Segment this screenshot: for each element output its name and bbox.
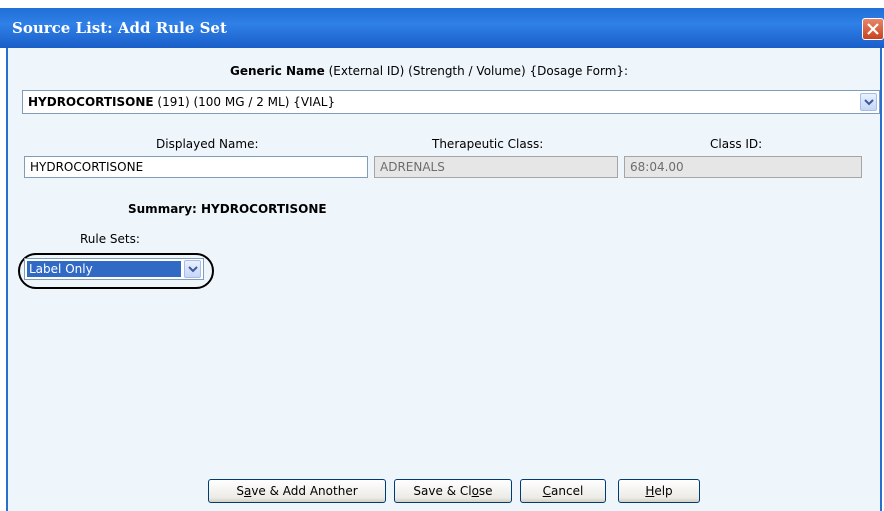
chevron-down-icon (188, 266, 198, 273)
class-id-label: Class ID: (710, 137, 763, 151)
displayed-name-field[interactable]: HYDROCORTISONE (24, 156, 368, 178)
add-rule-set-dialog: Source List: Add Rule Set Generic Name (… (0, 0, 884, 511)
save-close-label-b: se (478, 484, 493, 498)
close-icon (867, 23, 879, 35)
save-close-button[interactable]: Save & Close (394, 479, 512, 503)
generic-name-header-rest: (External ID) (Strength / Volume) {Dosag… (324, 64, 629, 78)
save-add-another-button[interactable]: Save & Add Another (208, 479, 386, 503)
rule-sets-selected: Label Only (27, 261, 181, 277)
summary-text: Summary: HYDROCORTISONE (128, 202, 327, 216)
generic-name-select[interactable]: HYDROCORTISONE (191) (100 MG / 2 ML) {VI… (22, 90, 880, 114)
save-add-another-label-b: ve & Add Another (251, 484, 358, 498)
cancel-label-b: ancel (551, 484, 584, 498)
generic-name-select-rest: (191) (100 MG / 2 ML) {VIAL} (153, 95, 336, 109)
save-close-label-a: Save & Cl (413, 484, 472, 498)
save-close-label-u: o (471, 484, 479, 498)
title-bar[interactable]: Source List: Add Rule Set (0, 8, 884, 48)
therapeutic-class-field: ADRENALS (374, 156, 618, 178)
dialog-body: Generic Name (External ID) (Strength / V… (6, 48, 882, 511)
generic-name-dropdown-button[interactable] (860, 93, 877, 111)
generic-name-header: Generic Name (External ID) (Strength / V… (230, 64, 628, 78)
rule-sets-select[interactable]: Label Only (24, 258, 204, 280)
rule-sets-dropdown-button[interactable] (184, 260, 201, 278)
help-button[interactable]: Help (618, 479, 700, 503)
displayed-name-label: Displayed Name: (156, 137, 259, 151)
generic-name-header-bold: Generic Name (230, 64, 325, 78)
help-label-u: H (645, 484, 655, 498)
cancel-label-u: C (542, 484, 552, 498)
chevron-down-icon (864, 99, 874, 106)
class-id-field: 68:04.00 (624, 156, 862, 178)
close-button[interactable] (862, 18, 884, 40)
window-title: Source List: Add Rule Set (12, 19, 227, 37)
generic-name-select-bold: HYDROCORTISONE (28, 95, 154, 109)
help-label-b: elp (654, 484, 673, 498)
save-add-another-label-a: S (236, 484, 244, 498)
cancel-button[interactable]: Cancel (520, 479, 606, 503)
therapeutic-class-label: Therapeutic Class: (432, 137, 544, 151)
rule-sets-label: Rule Sets: (80, 232, 140, 246)
